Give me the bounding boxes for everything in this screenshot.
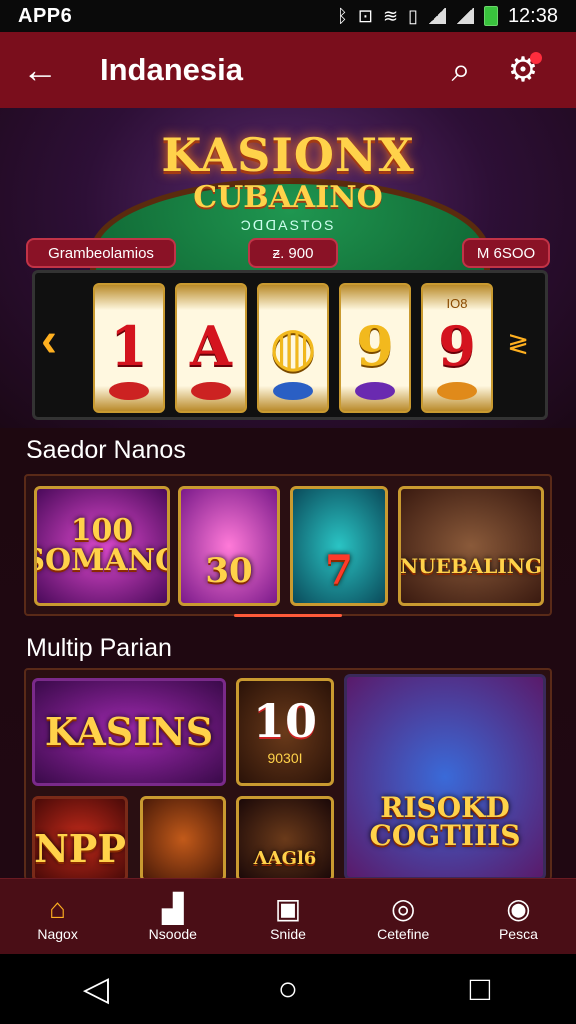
nav-label: Snide [270,925,306,942]
slot-reel: A [175,283,247,413]
slot-reel: ◍ [257,283,329,413]
nav-item-settings[interactable]: ◎ Cetefine [346,879,461,954]
reel-symbol: A [190,314,232,378]
reel-chip-icon [437,382,477,400]
game-tile[interactable]: 100 SOMANG [34,486,170,606]
game-tile[interactable] [140,796,226,882]
slot-machine-icon: ▣ [274,892,302,924]
top-app-bar: ← Indanesia ⌕ ⚙ [0,32,576,108]
nav-label: Nagox [37,925,78,942]
section2-grid: KASINS 10 9030I RISOKD COGTIIIS NPP ΛΑGl… [24,668,552,882]
search-icon[interactable]: ⌕ [430,51,492,90]
game-tile[interactable]: RISOKD COGTIIIS [344,674,546,880]
status-app-name: APP6 [18,4,73,27]
nav-label: Cetefine [377,925,430,942]
game-tile[interactable]: KASINS [32,678,226,786]
profile-icon: ◉ [506,892,531,924]
hero-pill-right[interactable]: M 6SOO [462,238,550,268]
hero-pill-left[interactable]: Grambeolamios [26,238,176,268]
status-time: 12:38 [507,4,558,27]
game-tile-label: ΛΑGl6 [253,848,317,869]
reel-chip-icon [191,382,231,400]
nav-item-profile[interactable]: ◉ Pesca [461,879,576,954]
battery-icon [483,6,498,26]
reel-top-symbol: IO8 [446,296,468,311]
system-home-icon[interactable]: ○ [258,970,318,1009]
scroll-indicator [234,614,342,617]
back-arrow-icon[interactable]: ← [22,49,82,91]
reel-symbol: 9 [356,314,394,378]
nfc-icon: ⊡ [357,5,373,26]
game-tile[interactable]: ΛΑGl6 [236,796,334,882]
nav-item-home[interactable]: ⌂ Nagox [0,879,115,954]
system-back-icon[interactable]: ◁ [66,969,126,1009]
nav-item-slots[interactable]: ▣ Snide [230,879,345,954]
status-icons: ᛒ ⊡ ≋ ▯ [337,6,498,27]
slot-reel: 1 [93,283,165,413]
reel-chip-icon [355,382,395,400]
reel-symbol: 9 [438,314,476,378]
nav-label: Pesca [498,925,538,942]
page-title: Indanesia [100,52,243,87]
wifi-icon: ≋ [382,5,399,26]
game-tile-label: NUEBALING [399,554,543,578]
game-tile[interactable]: NPP [32,796,128,882]
section1-row: 100 SOMANG 30 7 NUEBALING [24,474,552,616]
notification-dot [530,52,542,64]
hero-logo: KASIONX CUBAAINO ƆᗡᗡASTOS [0,128,576,234]
hero-banner[interactable]: KASIONX CUBAAINO ƆᗡᗡASTOS Grambeolamios … [0,108,576,428]
reel-symbol: ◍ [269,314,317,378]
game-tile-label: RISOKD COGTIIIS [369,791,521,852]
signal-icon [427,8,446,24]
vibrate-icon: ▯ [408,5,418,26]
slot-right-arrow-icon[interactable]: ≷ [507,328,529,359]
home-icon: ⌂ [49,892,67,924]
game-tile-label: 100 SOMANG [37,513,167,578]
hero-logo-line2: CUBAAINO [193,180,383,215]
building-icon: ▟ [162,892,184,924]
game-tile[interactable]: 30 [178,486,280,606]
game-tile[interactable]: NUEBALING [398,486,544,606]
reel-chip-icon [109,382,149,400]
game-tile-label: 30 [205,551,253,591]
game-tile[interactable]: 7 [290,486,388,606]
reel-symbol: 1 [110,314,148,378]
system-recents-icon[interactable]: □ [450,970,510,1009]
signal-icon [455,8,474,24]
reel-chip-icon [273,382,313,400]
main-content: KASIONX CUBAAINO ƆᗡᗡASTOS Grambeolamios … [0,108,576,882]
game-tile-label: KASINS [44,709,214,754]
slot-left-arrow-icon[interactable]: ‹ [41,313,57,368]
hero-pill-center[interactable]: ᵶ. 900 [248,238,338,268]
game-tile-label: 7 [325,547,353,594]
status-bar: APP6 ᛒ ⊡ ≋ ▯ 12:38 [0,0,576,32]
section-title-1: Saedor Nanos [26,436,186,464]
gear-circle-icon: ◎ [390,892,416,924]
nav-label: Nsoode [148,925,197,942]
settings-gear-icon[interactable]: ⚙ [492,50,554,90]
slot-reel: IO8 9 [421,283,493,413]
nav-item-building[interactable]: ▟ Nsoode [115,879,230,954]
slot-reel: 9 [339,283,411,413]
hero-logo-line3: ƆᗡᗡASTOS [240,217,336,233]
game-tile[interactable]: 10 9030I [236,678,334,786]
game-tile-sublabel: 9030I [267,750,303,766]
system-navigation-bar: ◁ ○ □ [0,954,576,1024]
slot-machine[interactable]: ‹ 1 A ◍ 9 IO8 9 ≷ [32,270,548,420]
section-title-2: Multip Parian [26,634,172,662]
bluetooth-icon: ᛒ [337,5,348,26]
bottom-navigation: ⌂ Nagox ▟ Nsoode ▣ Snide ◎ Cetefine ◉ Pe… [0,878,576,954]
hero-logo-line1: KASIONX [161,128,415,182]
game-tile-label: 10 [252,694,317,748]
game-tile-label: NPP [34,826,126,871]
